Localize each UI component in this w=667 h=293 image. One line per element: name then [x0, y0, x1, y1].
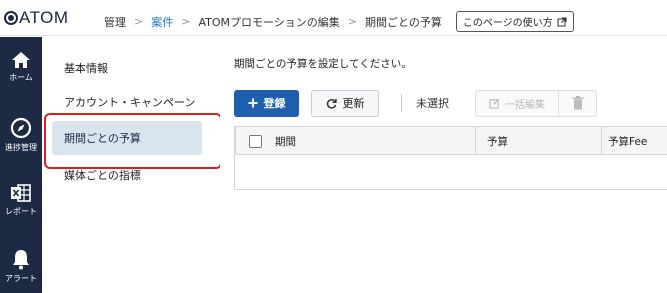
atom-logo[interactable]: ATOM [4, 8, 69, 28]
help-button-label: このページの使い方 [462, 18, 553, 29]
compass-icon [10, 117, 32, 139]
settings-subnav: 基本情報 アカウント・キャンペーン 期間ごとの予算 媒体ごとの指標 [42, 37, 210, 293]
chevron-right-icon: > [181, 15, 191, 28]
column-divider [475, 127, 476, 155]
main-content: 期間ごとの予算を設定してください。 登録 更新 未選択 一括編集 期間 予算 予… [220, 37, 667, 293]
chevron-right-icon: > [134, 15, 144, 28]
subnav-item-period-budget[interactable]: 期間ごとの予算 [52, 121, 202, 155]
toolbar: 登録 更新 未選択 一括編集 [234, 89, 597, 117]
breadcrumb-edit-promotion[interactable]: ATOMプロモーションの編集 [198, 14, 339, 30]
subnav-item-media-metrics[interactable]: 媒体ごとの指標 [52, 158, 202, 192]
chevron-right-icon: > [347, 15, 357, 28]
bulk-edit-button[interactable]: 一括編集 [475, 89, 559, 117]
budget-table: 期間 予算 予算Fee [234, 126, 667, 190]
logo-text: ATOM [19, 8, 69, 27]
rail-label-progress: 進捗管理 [5, 143, 37, 152]
page-description: 期間ごとの予算を設定してください。 [234, 58, 412, 70]
breadcrumb-admin[interactable]: 管理 [104, 14, 126, 30]
bulk-edit-button-label: 一括編集 [505, 99, 545, 111]
rail-item-home[interactable]: ホーム [0, 51, 42, 83]
column-header-budget-fee[interactable]: 予算Fee [608, 127, 647, 155]
column-divider [601, 127, 602, 155]
subnav-item-basic-info[interactable]: 基本情報 [52, 51, 202, 85]
table-header: 期間 予算 予算Fee [235, 127, 667, 155]
column-header-period[interactable]: 期間 [275, 127, 296, 155]
column-header-budget[interactable]: 予算 [487, 127, 508, 155]
rail-label-report: レポート [5, 207, 37, 216]
rail-item-progress[interactable]: 進捗管理 [0, 117, 42, 153]
subnav-item-account-campaign[interactable]: アカウント・キャンペーン [52, 85, 202, 119]
external-link-icon [557, 17, 567, 26]
register-button-label: 登録 [263, 97, 286, 110]
refresh-icon [326, 98, 337, 109]
select-all-checkbox[interactable] [249, 135, 262, 148]
atom-logo-mark [4, 11, 18, 25]
rail-item-alert[interactable]: アラート [0, 248, 42, 284]
page-help-button[interactable]: このページの使い方 [455, 11, 574, 32]
edit-icon [489, 98, 500, 109]
rail-item-report[interactable]: レポート [0, 183, 42, 217]
refresh-button-label: 更新 [342, 97, 365, 110]
plus-icon [248, 98, 257, 108]
delete-button[interactable] [559, 89, 597, 117]
rail-label-home: ホーム [9, 73, 33, 82]
bell-icon [13, 250, 29, 270]
rail-label-alert: アラート [5, 274, 37, 283]
excel-report-icon [11, 184, 31, 202]
breadcrumb-projects[interactable]: 案件 [151, 14, 173, 30]
top-bar: ATOM 管理 > 案件 > ATOMプロモーションの編集 > 期間ごとの予算 … [0, 0, 667, 36]
breadcrumb-current-page: 期間ごとの予算 [364, 15, 442, 29]
register-button[interactable]: 登録 [234, 89, 299, 117]
refresh-button[interactable]: 更新 [311, 89, 379, 117]
breadcrumb: 管理 > 案件 > ATOMプロモーションの編集 > 期間ごとの予算 このページ… [104, 11, 574, 32]
home-icon [12, 52, 30, 68]
icon-rail: ホーム 進捗管理 レポート アラート [0, 37, 42, 293]
trash-icon [572, 96, 583, 110]
toolbar-divider [401, 94, 402, 112]
selection-status: 未選択 [416, 97, 449, 110]
